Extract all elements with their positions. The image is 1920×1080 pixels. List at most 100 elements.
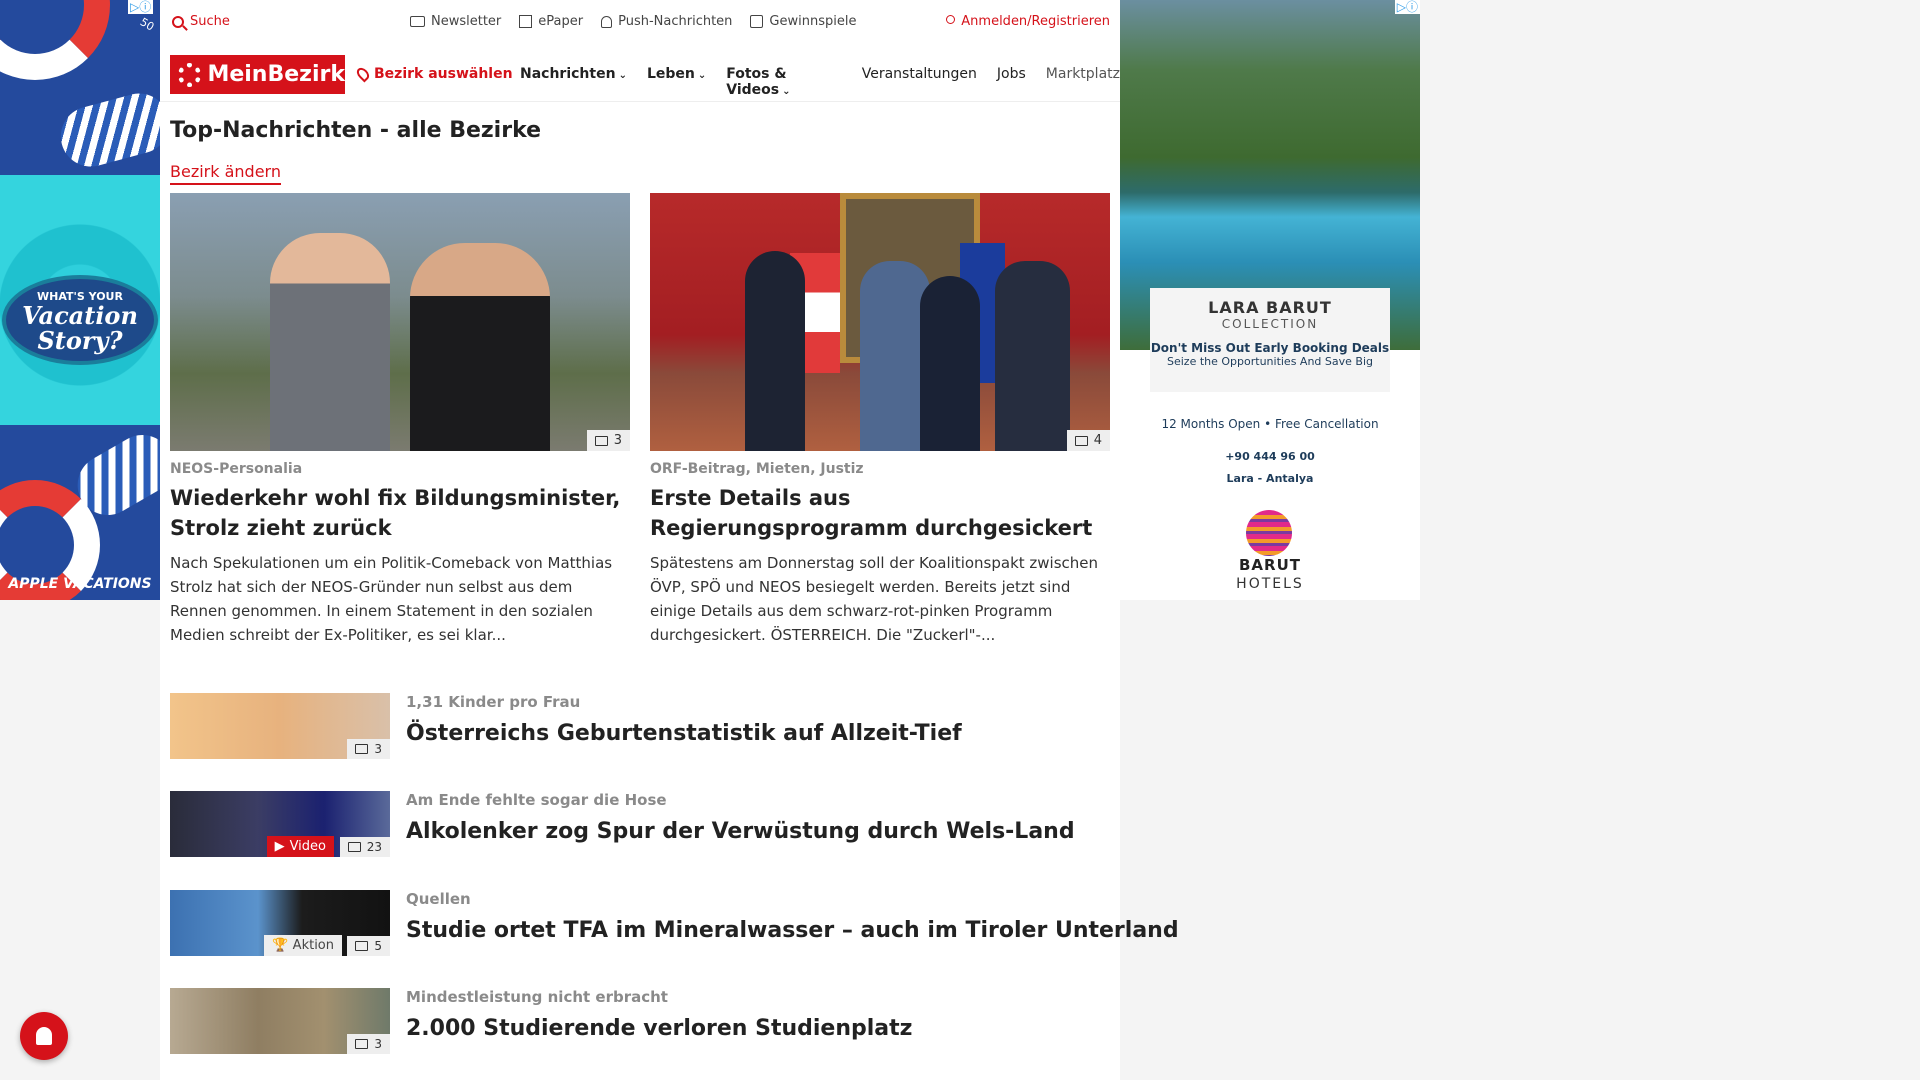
list-article[interactable]: 3 Mindestleistung nicht erbracht 2.000 S… [170, 988, 1110, 1054]
person-figure [270, 233, 390, 451]
photo-icon [355, 744, 369, 754]
photo-count: 23 [366, 840, 382, 854]
select-district-label: Bezirk auswählen [374, 66, 513, 82]
chevron-down-icon: ⌄ [782, 86, 791, 97]
newsletter-link[interactable]: Newsletter [410, 14, 501, 29]
article-kicker: Quellen [406, 890, 471, 908]
article-teaser: Spätestens am Donnerstag soll der Koalit… [650, 554, 1099, 644]
list-article[interactable]: ▶ Video 23 Am Ende fehlte sogar die Hose … [170, 791, 1110, 857]
photo-icon [355, 1039, 369, 1049]
play-icon: ▶ [274, 839, 285, 854]
article-title[interactable]: Österreichs Geburtenstatistik auf Allzei… [406, 721, 962, 746]
article-image[interactable]: 4 [650, 193, 1110, 451]
article-kicker: Am Ende fehlte sogar die Hose [406, 791, 667, 809]
ad-tagline-line1: Vacation [22, 300, 138, 330]
photo-count: 4 [1093, 433, 1102, 448]
main-content: Suche Newsletter ePaper Push-Nachrichten… [160, 0, 1179, 1080]
article-kicker: NEOS-Personalia [170, 461, 303, 477]
article-title[interactable]: Alkolenker zog Spur der Verwüstung durch… [406, 819, 1075, 844]
article-title[interactable]: Studie ortet TFA im Mineralwasser – auch… [406, 918, 1179, 943]
article-thumbnail[interactable]: 🏆 Aktion 5 [170, 890, 390, 956]
nav-item-marktplatz[interactable]: Marktplatz [1046, 66, 1120, 98]
article-kicker: Mindestleistung nicht erbracht [406, 988, 668, 1006]
person-figure [995, 261, 1070, 451]
nav-item-leben[interactable]: Leben ⌄ [647, 66, 706, 98]
left-skyscraper-ad[interactable]: WHAT'S YOUR Vacation Story? APPLE VACATI… [0, 0, 160, 600]
photo-count: 3 [374, 742, 382, 756]
photo-count-badge: 3 [347, 1034, 390, 1054]
barut-logo-icon [1246, 510, 1292, 556]
article-title[interactable]: Wiederkehr wohl fix Bildungsminister, St… [170, 483, 630, 543]
ad-location: Lara - Antalya [1226, 472, 1314, 485]
gewinnspiele-label: Gewinnspiele [769, 14, 857, 29]
site-logo[interactable]: MeinBezirk [170, 55, 345, 94]
photo-count-badge: 5 [347, 936, 390, 956]
ad-logo-text: BARUT [1238, 556, 1301, 574]
article-thumbnail[interactable]: 3 [170, 693, 390, 759]
chevron-down-icon: ⌄ [697, 70, 707, 81]
notification-bell-button[interactable] [20, 1012, 68, 1060]
change-district-link[interactable]: Bezirk ändern [170, 162, 281, 185]
article-title[interactable]: Erste Details aus Regierungsprogramm dur… [650, 483, 1110, 543]
ad-brand-sub: COLLECTION [1221, 317, 1319, 331]
logo-text: MeinBezirk [207, 62, 345, 87]
article-title[interactable]: 2.000 Studierende verloren Studienplatz [406, 1016, 912, 1041]
epaper-link[interactable]: ePaper [519, 14, 583, 29]
photo-icon [594, 435, 608, 446]
ad-logo-subtext: HOTELS [1236, 576, 1304, 592]
list-article[interactable]: 3 1,31 Kinder pro Frau Österreichs Gebur… [170, 693, 1110, 759]
logo-flower-icon [178, 62, 202, 87]
nav-menu: Nachrichten ⌄ Leben ⌄ Fotos & Videos ⌄ Vera… [520, 66, 1120, 98]
nav-label: Fotos & Videos [726, 66, 787, 98]
ad-deal-subline: Seize the Opportunities And Save Big [1166, 355, 1373, 368]
search-button[interactable]: Suche [172, 14, 230, 29]
nav-item-jobs[interactable]: Jobs [997, 66, 1026, 98]
nav-item-veranstaltungen[interactable]: Veranstaltungen [862, 66, 977, 98]
ad-tagline-line2: Story? [37, 325, 123, 355]
trophy-icon: 🏆 [272, 938, 289, 953]
right-skyscraper-ad[interactable]: ▷ⓘ LARA BARUT COLLECTION Don't Miss Out … [1120, 0, 1420, 600]
mail-icon [410, 16, 425, 27]
photo-count: 3 [613, 433, 622, 448]
article-thumbnail[interactable]: ▶ Video 23 [170, 791, 390, 857]
push-notifications-link[interactable]: Push-Nachrichten [601, 14, 732, 29]
adchoices-icon[interactable]: ▷ⓘ [128, 0, 154, 14]
photo-count: 3 [374, 1037, 382, 1051]
photo-count: 5 [374, 939, 382, 953]
login-button[interactable]: Anmelden/Registrieren [946, 14, 1110, 29]
ad-offer-card: LARA BARUT COLLECTION Don't Miss Out Ear… [1150, 288, 1390, 392]
article-thumbnail[interactable]: 3 [170, 988, 390, 1054]
video-badge: ▶ Video [266, 836, 334, 857]
main-navigation: MeinBezirk Bezirk auswählen Nachrichten ⌄… [160, 46, 1120, 102]
nav-label: Nachrichten [520, 66, 616, 82]
search-label: Suche [190, 14, 230, 29]
featured-article-card[interactable]: 4 ORF-Beitrag, Mieten, Justiz Erste Deta… [650, 193, 1110, 647]
featured-article-card[interactable]: 3 NEOS-Personalia Wiederkehr wohl fix Bi… [170, 193, 630, 647]
select-district-button[interactable]: Bezirk auswählen [354, 65, 513, 83]
push-label: Push-Nachrichten [618, 14, 733, 29]
bell-icon [601, 15, 613, 28]
article-image[interactable]: 3 [170, 193, 630, 451]
list-article[interactable]: 🏆 Aktion 5 Quellen Studie ortet TFA im M… [170, 890, 1179, 956]
ad-deal-headline: Don't Miss Out Early Booking Deals [1150, 341, 1390, 355]
ad-brand-name: LARA BARUT [1208, 298, 1332, 317]
nav-item-nachrichten[interactable]: Nachrichten ⌄ [520, 66, 627, 98]
photo-count-badge: 3 [347, 739, 390, 759]
search-icon [172, 15, 184, 28]
article-teaser: Nach Spekulationen um ein Politik-Comeba… [170, 554, 613, 644]
photo-count-badge: 3 [586, 430, 630, 451]
ad-phone: +90 444 96 00 [1225, 450, 1315, 463]
login-label: Anmelden/Registrieren [961, 14, 1110, 29]
bell-icon [36, 1027, 52, 1045]
location-pin-icon [354, 65, 372, 83]
nav-label: Leben [646, 66, 695, 82]
ad-brand: APPLE VACATIONS [8, 576, 152, 592]
nav-item-fotos-videos[interactable]: Fotos & Videos ⌄ [726, 66, 841, 98]
adchoices-icon[interactable]: ▷ⓘ [1394, 0, 1420, 14]
photo-count-badge: 23 [339, 837, 390, 857]
photo-icon [1074, 435, 1088, 446]
ad-info: 12 Months Open • Free Cancellation [1161, 417, 1379, 431]
gewinnspiele-link[interactable]: Gewinnspiele [750, 14, 856, 29]
person-figure [410, 243, 550, 451]
person-figure [920, 276, 980, 451]
